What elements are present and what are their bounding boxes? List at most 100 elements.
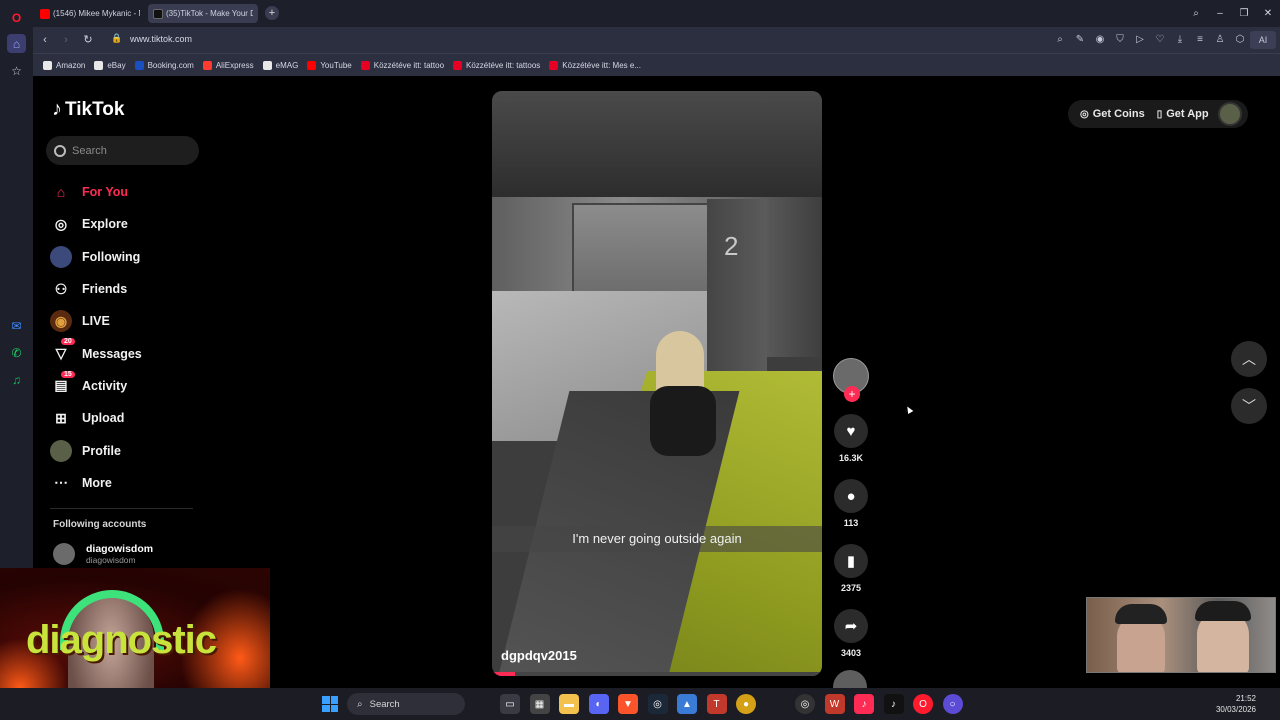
restore-icon[interactable]: ❐ <box>1232 8 1256 19</box>
tiktok-logo[interactable]: ♪ TikTok <box>52 98 124 121</box>
sidebar-item-profile[interactable]: Profile <box>50 434 210 466</box>
menu-icon[interactable]: ≡ <box>1190 31 1210 49</box>
next-video-button[interactable]: ﹀ <box>1231 388 1267 424</box>
get-app-button[interactable]: ▯ Get App <box>1157 108 1209 120</box>
minimize-icon[interactable]: – <box>1208 8 1232 19</box>
extensions-icon[interactable]: ⬡ <box>1230 31 1250 49</box>
bookmark-item[interactable]: Amazon <box>43 60 85 70</box>
back-button[interactable]: ‹ <box>37 32 53 48</box>
heart-icon: ♥ <box>834 414 868 448</box>
sidebar-item-upload[interactable]: ⊞ Upload <box>50 402 210 434</box>
bookmark-favicon-icon <box>94 60 104 70</box>
previous-video-button[interactable]: ︿ <box>1231 341 1267 377</box>
download-icon[interactable]: ⤓ <box>1170 31 1190 49</box>
share-count: 3403 <box>840 648 862 658</box>
star-icon[interactable]: ☆ <box>7 61 26 80</box>
bookmark-item[interactable]: eBay <box>94 60 126 70</box>
whatsapp-icon[interactable]: ✆ <box>7 343 26 362</box>
video-caption: I'm never going outside again <box>492 526 822 552</box>
opera-taskbar-icon[interactable]: O <box>913 694 933 714</box>
bookmark-item[interactable]: AliExpress <box>202 60 254 70</box>
comment-count: 113 <box>843 518 859 528</box>
friends-icon: ⚇ <box>54 280 68 297</box>
forward-button[interactable]: › <box>58 32 74 48</box>
profile-icon[interactable]: ♙ <box>1210 31 1230 49</box>
task-view-icon[interactable]: ▭ <box>500 694 520 714</box>
cortana-icon[interactable]: ○ <box>942 694 963 714</box>
steam-icon[interactable]: ◎ <box>647 694 668 714</box>
sidebar-item-messages[interactable]: ▽ 20 Messages <box>50 337 210 369</box>
follow-plus-icon[interactable]: + <box>844 386 860 402</box>
comment-button[interactable]: ● 113 <box>833 479 869 528</box>
heart-icon[interactable]: ♡ <box>1150 31 1170 49</box>
lock-icon: 🔒 <box>111 33 123 43</box>
like-button[interactable]: ♥ 16.3K <box>833 414 869 463</box>
bookmark-item[interactable]: YouTube <box>307 60 352 70</box>
video-ceiling <box>492 91 822 201</box>
get-coins-button[interactable]: ◎ Get Coins <box>1080 108 1145 120</box>
sidebar-item-label: Activity <box>82 378 128 393</box>
zoom-icon[interactable]: ⌕ <box>1050 31 1070 49</box>
sidebar-item-friends[interactable]: ⚇ Friends <box>50 273 210 305</box>
widgets-icon[interactable]: ▦ <box>529 694 550 714</box>
spotify-icon[interactable]: ♫ <box>7 370 26 389</box>
new-tab-button[interactable]: + <box>265 6 279 20</box>
bookmark-item[interactable]: Közzétéve itt: tattoos <box>453 60 540 70</box>
sidebar-item-explore[interactable]: ◎ Explore <box>50 208 210 240</box>
camera-icon[interactable]: ◉ <box>1090 31 1110 49</box>
sidebar-item-activity[interactable]: ▤ 15 Activity <box>50 370 210 402</box>
sidebar-item-following[interactable]: Following <box>50 241 210 273</box>
home-icon[interactable]: ⌂ <box>7 34 26 53</box>
search-input[interactable]: Search <box>46 136 199 165</box>
coin-app-icon[interactable]: ● <box>736 694 756 714</box>
play-icon[interactable]: ▷ <box>1130 31 1150 49</box>
tab-tiktok[interactable]: (35)TikTok - Make Your Da <box>148 4 258 23</box>
discord-icon[interactable]: ◐ <box>588 694 609 714</box>
wps-icon[interactable]: W <box>824 694 845 714</box>
vpn-icon[interactable]: ⛉ <box>1110 31 1130 49</box>
video-player[interactable]: 2 I'm never going outside again dgpdqv20… <box>492 91 822 676</box>
messenger-icon[interactable]: ✉ <box>7 316 26 335</box>
mouse-cursor <box>904 404 914 415</box>
like-count: 16.3K <box>838 453 864 463</box>
phone-icon: ▯ <box>1156 108 1163 120</box>
sidebar-item-label: More <box>82 475 112 490</box>
video-username[interactable]: dgpdqv2015 <box>501 648 577 663</box>
blank-icon[interactable] <box>765 694 786 714</box>
bookmark-item[interactable]: eMAG <box>262 60 298 70</box>
brave-icon[interactable]: ▼ <box>618 694 638 714</box>
bookmark-item[interactable]: Booking.com <box>134 60 194 70</box>
taskbar-search[interactable]: ⌕ Search <box>347 693 465 715</box>
photos-icon[interactable]: ▲ <box>677 694 697 714</box>
edit-icon[interactable]: ✎ <box>1070 31 1090 49</box>
windows-start-icon[interactable] <box>322 696 338 712</box>
creator-avatar[interactable]: + <box>833 358 869 402</box>
taskbar-clock[interactable]: 21:52 30/03/2026 <box>1216 693 1256 715</box>
user-avatar[interactable] <box>1218 102 1242 126</box>
reload-button[interactable]: ↻ <box>80 32 96 48</box>
share-button[interactable]: ➦ 3403 <box>833 609 869 658</box>
following-avatar-icon <box>50 245 72 268</box>
search-tabs-icon[interactable]: ⌕ <box>1184 8 1208 19</box>
tiktok-taskbar-icon[interactable]: ♪ <box>883 694 904 714</box>
save-button[interactable]: ▮ 2375 <box>833 544 869 593</box>
tab-youtube[interactable]: (1546) Mikee Mykanic - N <box>35 4 145 23</box>
tab-label: (1546) Mikee Mykanic - N <box>53 9 140 18</box>
tiktok-app-icon[interactable]: ♪ <box>854 694 874 714</box>
chrome-icon[interactable]: ◎ <box>795 694 815 714</box>
video-progress[interactable] <box>492 672 822 676</box>
url-field[interactable]: www.tiktok.com <box>130 34 192 44</box>
sidebar-item-for-you[interactable]: ⌂ For You <box>50 176 210 208</box>
bookmark-favicon-icon <box>307 60 317 70</box>
ai-button[interactable]: AI <box>1250 31 1276 49</box>
bookmark-item[interactable]: Közzétéve itt: tattoo <box>360 60 444 70</box>
sidebar-item-more[interactable]: ⋯ More <box>50 467 210 499</box>
close-icon[interactable]: ✕ <box>1256 8 1280 19</box>
tf-icon[interactable]: T <box>706 694 727 714</box>
sidebar-item-live[interactable]: ◉ LIVE <box>50 305 210 337</box>
opera-logo-icon[interactable]: O <box>7 8 26 27</box>
folder-icon[interactable]: ▬ <box>559 694 579 714</box>
bookmark-item[interactable]: Közzétéve itt: Mes e... <box>549 60 641 70</box>
get-coins-label: Get Coins <box>1092 108 1145 120</box>
following-account-item[interactable]: diagowisdom diagowisdom <box>53 543 153 565</box>
